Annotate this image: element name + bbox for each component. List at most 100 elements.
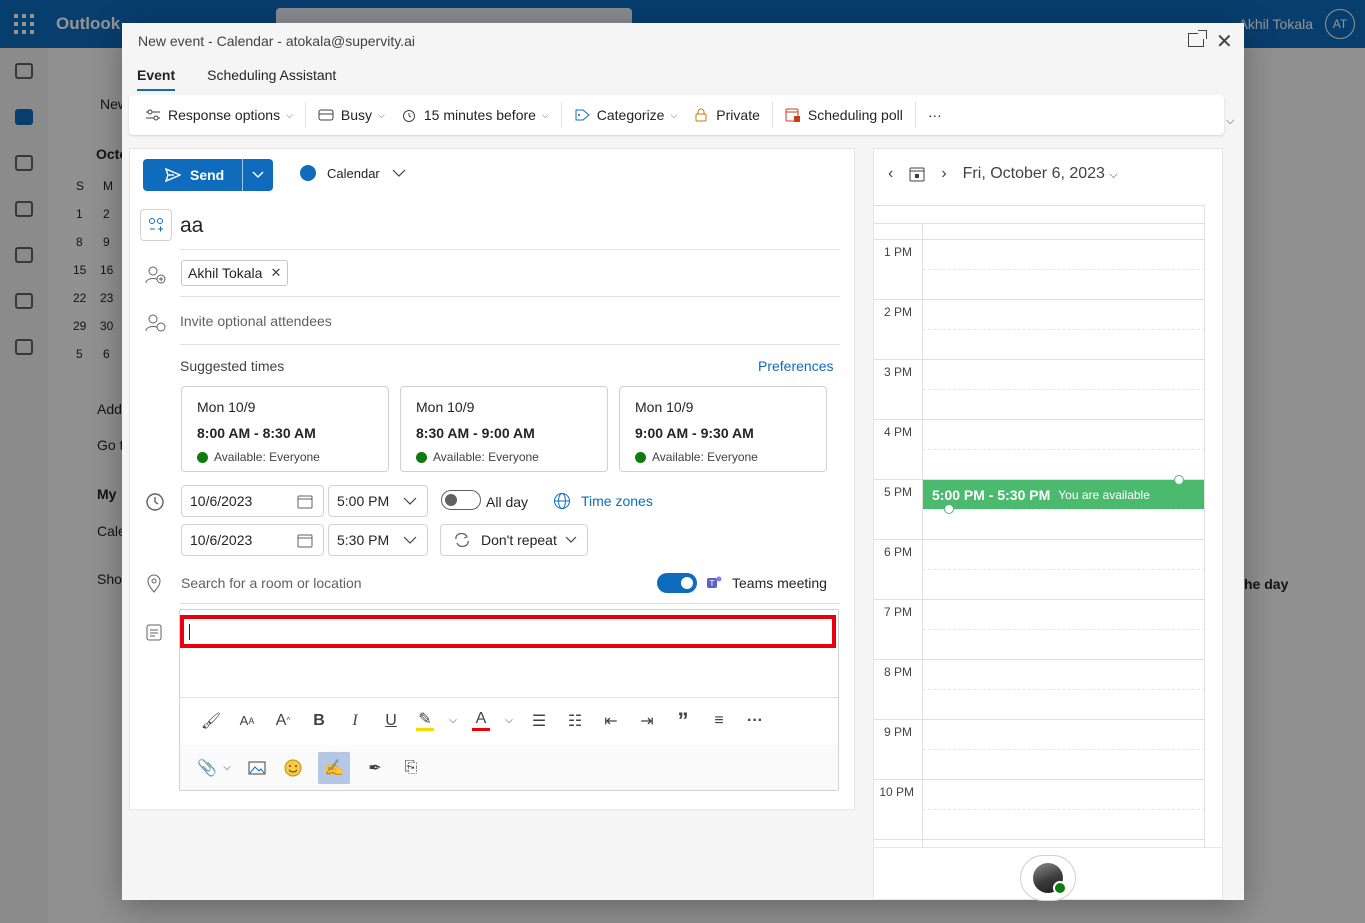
numbering-icon[interactable]: ☷: [564, 710, 586, 732]
insert-picture-icon[interactable]: [246, 757, 268, 779]
bullets-icon[interactable]: ☰: [528, 710, 550, 732]
start-date-field[interactable]: 10/6/2023: [181, 485, 324, 517]
suggestion-day: Mon 10/9: [197, 399, 256, 415]
globe-icon: [554, 493, 570, 509]
resize-handle-bottom[interactable]: [944, 504, 954, 514]
location-input[interactable]: Search for a room or location: [181, 575, 362, 591]
previous-day-icon[interactable]: ‹: [888, 165, 893, 183]
end-date-field[interactable]: 10/6/2023: [181, 524, 324, 556]
repeat-dropdown[interactable]: Don't repeat: [440, 524, 588, 556]
all-day-label: All day: [486, 494, 529, 510]
suggested-time-card[interactable]: Mon 10/9 8:00 AM - 8:30 AM Available: Ev…: [181, 386, 389, 472]
end-time-value: 5:30 PM: [337, 532, 390, 548]
time-zones-link[interactable]: Time zones: [581, 493, 653, 509]
chevron-down-icon[interactable]: ⌵: [222, 757, 232, 779]
event-body-input[interactable]: [180, 615, 836, 648]
half-hour-line: [923, 629, 1204, 630]
event-title-input[interactable]: aa: [180, 214, 203, 238]
hour-label: 2 PM: [883, 305, 912, 319]
divider: [180, 344, 840, 345]
hour-label: 4 PM: [883, 425, 912, 439]
align-icon[interactable]: ≡: [708, 710, 730, 732]
end-time-field[interactable]: 5:30 PM: [328, 524, 428, 556]
divider: [180, 603, 840, 604]
quote-icon[interactable]: ”: [672, 708, 694, 733]
attendees-icon: [145, 266, 166, 284]
highlight-icon[interactable]: ✎: [416, 711, 434, 731]
all-day-toggle[interactable]: [441, 490, 481, 510]
dialog-title: New event - Calendar - atokala@supervity…: [138, 33, 415, 49]
suggested-time-card[interactable]: Mon 10/9 8:30 AM - 9:00 AM Available: Ev…: [400, 386, 608, 472]
categorize-button[interactable]: Categorize ⌵: [566, 100, 686, 130]
popout-icon[interactable]: [1188, 30, 1207, 47]
date-picker-button[interactable]: Fri, October 6, 2023 ⌵: [963, 165, 1118, 183]
chevron-down-icon[interactable]: ⌵: [448, 710, 458, 732]
chevron-down-icon: [252, 171, 264, 179]
day-time-grid[interactable]: 1 PM 2 PM 3 PM 4 PM 5 PM 6 PM 7 PM 8 PM: [874, 205, 1205, 847]
title-options-icon[interactable]: [140, 209, 172, 241]
font-icon[interactable]: AA: [236, 710, 258, 732]
more-options-button[interactable]: ···: [920, 100, 950, 130]
close-icon[interactable]: ✕: [1216, 29, 1233, 54]
alarm-clock-icon: [402, 110, 415, 122]
start-time-field[interactable]: 5:00 PM: [328, 485, 428, 517]
italic-icon[interactable]: I: [344, 710, 366, 732]
more-formatting-icon[interactable]: ···: [744, 710, 766, 732]
suggested-times-label: Suggested times: [180, 358, 285, 374]
reminder-label: 15 minutes before: [423, 107, 536, 123]
hour-label: 9 PM: [883, 725, 912, 739]
scheduling-poll-button[interactable]: Scheduling poll: [777, 100, 911, 130]
go-to-today-icon[interactable]: [909, 166, 925, 182]
tag-icon: [575, 109, 590, 121]
event-time-range: 5:00 PM - 5:30 PM: [932, 486, 1051, 503]
calendar-selector[interactable]: Calendar: [300, 165, 406, 181]
reminder-button[interactable]: 15 minutes before ⌵: [393, 100, 557, 130]
preferences-link[interactable]: Preferences: [758, 358, 833, 374]
ribbon-toolbar: Response options ⌵ Busy ⌵ 15 minutes befor…: [129, 95, 1224, 135]
busy-label: Busy: [340, 107, 373, 123]
emoji-icon[interactable]: [282, 757, 304, 779]
attendee-chip[interactable]: Akhil Tokala ✕: [181, 260, 289, 286]
bold-icon[interactable]: B: [308, 710, 330, 732]
tab-scheduling-assistant[interactable]: Scheduling Assistant: [207, 67, 336, 91]
optional-attendees-input[interactable]: Invite optional attendees: [180, 313, 332, 329]
hour-line: [874, 779, 1204, 780]
loop-component-icon[interactable]: ⎘: [400, 757, 422, 779]
font-size-icon[interactable]: A ^: [272, 710, 294, 732]
font-color-icon[interactable]: A: [472, 710, 490, 731]
attendee-avatar[interactable]: [1020, 855, 1076, 901]
calendar-color-dot: [300, 165, 316, 181]
attach-icon[interactable]: 📎: [196, 757, 218, 779]
divider: [180, 296, 840, 297]
chevron-down-icon[interactable]: ⌵: [504, 710, 514, 732]
send-button[interactable]: Send: [143, 159, 242, 191]
increase-indent-icon[interactable]: ⇥: [636, 710, 658, 732]
teams-meeting-toggle[interactable]: [657, 573, 697, 593]
format-painter-icon[interactable]: 🖌: [200, 710, 222, 732]
tab-event[interactable]: Event: [137, 67, 176, 91]
available-check-icon: [635, 451, 646, 463]
send-label: Send: [190, 167, 225, 183]
editor-icon[interactable]: ✍: [318, 751, 350, 784]
decrease-indent-icon[interactable]: ⇤: [600, 710, 622, 732]
half-hour-line: [923, 509, 1204, 510]
next-day-icon[interactable]: ›: [941, 165, 946, 183]
signature-icon[interactable]: ✒: [364, 757, 386, 779]
private-button[interactable]: Private: [685, 100, 768, 130]
expand-ribbon-icon[interactable]: ⌵: [1226, 115, 1234, 128]
busy-button[interactable]: Busy ⌵: [310, 100, 393, 130]
hour-line: [874, 839, 1204, 840]
suggestion-availability: Available: Everyone: [652, 450, 758, 464]
send-options-button[interactable]: [242, 159, 273, 191]
proposed-event-block[interactable]: 5:00 PM - 5:30 PM You are available: [923, 480, 1204, 509]
suggestion-day: Mon 10/9: [635, 399, 694, 415]
remove-attendee-icon[interactable]: ✕: [270, 265, 281, 281]
response-options-button[interactable]: Response options ⌵: [137, 100, 301, 130]
suggested-time-card[interactable]: Mon 10/9 9:00 AM - 9:30 AM Available: Ev…: [619, 386, 827, 472]
repeat-label: Don't repeat: [481, 532, 557, 548]
current-date-label: Fri, October 6, 2023: [962, 165, 1105, 182]
resize-handle-top[interactable]: [1174, 475, 1184, 485]
underline-icon[interactable]: U: [380, 710, 402, 732]
hour-line: [874, 539, 1204, 540]
poll-calendar-icon: [785, 108, 800, 122]
